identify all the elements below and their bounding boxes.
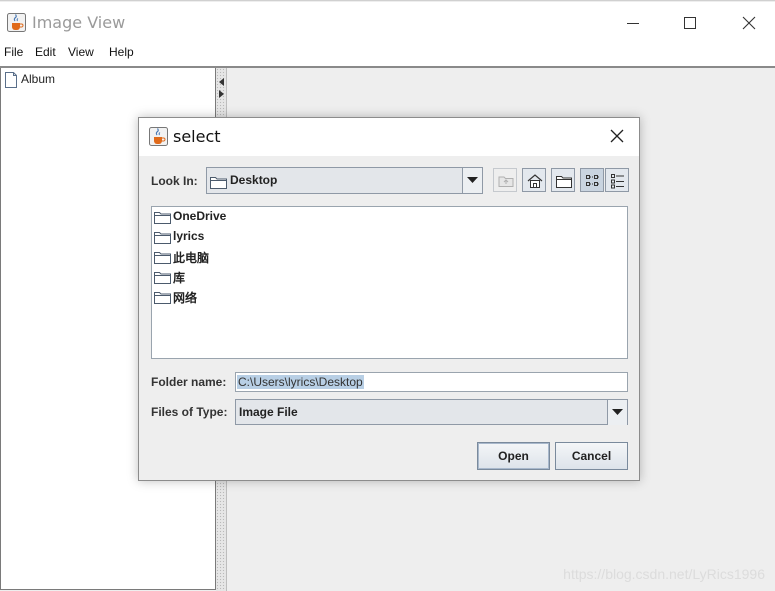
file-type-dropdown-button[interactable] — [607, 400, 627, 425]
file-name: 库 — [173, 271, 186, 285]
close-icon — [726, 16, 772, 30]
tree-node-label: Album — [21, 72, 56, 86]
home-button[interactable] — [522, 168, 546, 192]
file-type-combo[interactable]: Image File — [235, 399, 628, 425]
file-list[interactable]: OneDrive lyrics 此电脑 库 网络 — [151, 206, 628, 359]
look-in-label: Look In: — [151, 174, 198, 188]
file-type-label: Files of Type: — [151, 405, 228, 419]
details-view-button[interactable] — [605, 168, 629, 192]
file-name: OneDrive — [173, 209, 227, 223]
folder-name-field[interactable]: C:\Users\lyrics\Desktop — [235, 372, 628, 392]
menu-view[interactable]: View — [68, 45, 94, 59]
close-button[interactable] — [726, 10, 772, 36]
minimize-button[interactable] — [610, 10, 656, 36]
java-cup-icon — [149, 127, 168, 146]
dialog-title: select — [173, 127, 221, 146]
list-view-button[interactable] — [580, 168, 604, 192]
window-title: Image View — [32, 13, 126, 32]
maximize-icon — [667, 16, 713, 30]
minimize-icon — [610, 16, 656, 30]
new-folder-button[interactable] — [551, 168, 575, 192]
menu-help[interactable]: Help — [109, 45, 134, 59]
file-type-value: Image File — [239, 405, 298, 419]
open-button[interactable]: Open — [477, 442, 550, 470]
dialog-title-bar: select — [139, 118, 639, 156]
title-bar: Image View — [0, 2, 775, 42]
look-in-dropdown-button[interactable] — [462, 168, 482, 193]
watermark-text: https://blog.csdn.net/LyRics1996 — [563, 566, 765, 582]
look-in-combo[interactable]: Desktop — [206, 167, 483, 194]
folder-icon — [210, 174, 227, 193]
folder-name-value: C:\Users\lyrics\Desktop — [237, 375, 364, 389]
menu-edit[interactable]: Edit — [35, 45, 56, 59]
look-in-value: Desktop — [230, 173, 278, 187]
dialog-close-icon[interactable] — [609, 128, 625, 148]
folder-name-label: Folder name: — [151, 375, 227, 389]
menu-file[interactable]: File — [4, 45, 23, 59]
file-name: 此电脑 — [173, 251, 210, 265]
menu-bar: File Edit View Help — [0, 42, 775, 66]
maximize-button[interactable] — [667, 10, 713, 36]
java-cup-icon — [7, 13, 26, 32]
cancel-button[interactable]: Cancel — [555, 442, 628, 470]
up-one-level-button[interactable] — [493, 168, 517, 192]
file-name: lyrics — [173, 229, 205, 243]
file-name: 网络 — [173, 291, 198, 305]
file-chooser-dialog: select Look In: Desktop OneDrive lyrics … — [138, 117, 640, 481]
